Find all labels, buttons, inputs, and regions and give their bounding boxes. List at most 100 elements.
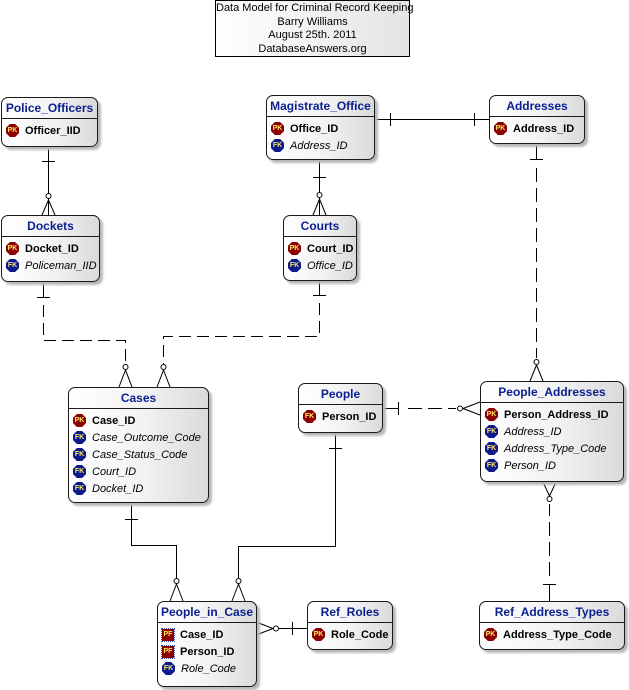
attribute-name: Person_Address_ID (504, 408, 609, 421)
entity-people[interactable]: People FK Person_ID (298, 383, 383, 433)
title-line: Data Model for Criminal Record Keeping (216, 2, 414, 14)
diagram-title-box: Data Model for Criminal Record Keeping B… (215, 0, 414, 57)
entity-people-addresses[interactable]: People_Addresses PK Person_Address_ID FK… (480, 381, 624, 482)
attribute-name: Officer_IID (25, 124, 81, 137)
entity-name: Magistrate_Office (267, 96, 374, 117)
attribute-row: PK Office_ID (267, 120, 374, 137)
foreign-key-icon: FK (73, 431, 86, 444)
primary-key-icon: PK (6, 242, 19, 255)
attribute-name: Policeman_IID (25, 259, 97, 272)
primary-foreign-key-icon: PF (161, 627, 175, 642)
entity-police-officers[interactable]: Police_Officers PK Officer_IID (1, 97, 98, 147)
attribute-name: Case_ID (92, 414, 136, 427)
attribute-row: PF Case_ID (158, 626, 256, 643)
primary-key-icon: PK (484, 628, 497, 641)
attribute-name: Address_Type_Code (503, 628, 612, 641)
rel-ref-roles-people-in-case (255, 621, 307, 636)
entity-people-in-case[interactable]: People_in_Case PF Case_ID PF Person_ID F… (157, 601, 257, 687)
primary-key-icon: PK (288, 242, 301, 255)
attribute-name: Office_ID (307, 259, 353, 272)
attribute-name: Court_ID (307, 242, 354, 255)
attribute-name: Docket_ID (25, 242, 79, 255)
attribute-row: PK Court_ID (284, 240, 356, 257)
primary-key-icon: PK (73, 414, 86, 427)
entity-name: People (299, 384, 382, 405)
primary-key-icon: PK (271, 122, 284, 135)
attribute-row: PK Address_ID (490, 120, 584, 137)
rel-addresses-magistrate-office (375, 113, 489, 126)
attribute-row: FK Role_Code (158, 660, 256, 677)
foreign-key-icon: FK (485, 425, 498, 438)
attribute-name: Address_Type_Code (504, 442, 607, 455)
attribute-row: PK Officer_IID (2, 122, 97, 139)
entity-name: Cases (69, 388, 208, 409)
rel-magistrate-office-courts (312, 160, 327, 216)
rel-ref-address-types-people-addresses (542, 481, 557, 601)
rel-addresses-people-addresses (529, 144, 544, 382)
attribute-name: Case_Status_Code (92, 448, 188, 461)
rel-people-people-in-case (231, 433, 342, 602)
entity-addresses[interactable]: Addresses PK Address_ID (489, 95, 585, 144)
attribute-name: Case_Outcome_Code (92, 431, 201, 444)
entity-name: Addresses (490, 96, 584, 117)
primary-key-icon: PK (6, 124, 19, 137)
primary-key-icon: PK (312, 628, 325, 641)
attribute-name: Person_ID (504, 459, 556, 472)
foreign-key-icon: FK (73, 448, 86, 461)
attribute-row: PK Person_Address_ID (481, 406, 623, 423)
foreign-key-icon: FK (485, 442, 498, 455)
attribute-name: Case_ID (180, 628, 224, 641)
entity-name: Ref_Roles (308, 602, 392, 623)
attribute-row: FK Person_ID (481, 457, 623, 474)
entity-dockets[interactable]: Dockets PK Docket_ID FK Policeman_IID (1, 215, 100, 282)
attribute-row: FK Address_Type_Code (481, 440, 623, 457)
rel-people-people-addresses (383, 401, 481, 416)
entity-ref-address-types[interactable]: Ref_Address_Types PK Address_Type_Code (479, 601, 625, 650)
foreign-key-icon: FK (6, 259, 19, 272)
entity-name: People_Addresses (481, 382, 623, 403)
attribute-name: Address_ID (290, 139, 348, 152)
foreign-key-icon: FK (288, 259, 301, 272)
primary-key-icon: PK (485, 408, 498, 421)
attribute-row: FK Case_Outcome_Code (69, 429, 208, 446)
entity-magistrate-office[interactable]: Magistrate_Office PK Office_ID FK Addres… (266, 95, 375, 160)
foreign-key-icon: FK (485, 459, 498, 472)
primary-foreign-key-icon: PF (161, 644, 175, 659)
attribute-row: FK Policeman_IID (2, 257, 99, 274)
key-icon: FK (303, 410, 316, 423)
entity-name: Police_Officers (2, 98, 97, 119)
attribute-row: PK Role_Code (308, 626, 392, 643)
rel-dockets-cases (37, 282, 133, 388)
attribute-name: Address_ID (504, 425, 562, 438)
attribute-name: Role_Code (331, 628, 389, 641)
attribute-row: FK Docket_ID (69, 480, 208, 497)
foreign-key-icon: FK (73, 465, 86, 478)
rel-police-officers-dockets (41, 147, 56, 216)
rel-cases-people-in-case (125, 503, 184, 602)
entity-name: Courts (284, 216, 356, 237)
attribute-row: PK Case_ID (69, 412, 208, 429)
attribute-row: PK Address_Type_Code (480, 626, 624, 643)
attribute-row: FK Address_ID (267, 137, 374, 154)
attribute-row: PK Docket_ID (2, 240, 99, 257)
attribute-row: FK Court_ID (69, 463, 208, 480)
entity-cases[interactable]: Cases PK Case_ID FK Case_Outcome_Code FK… (68, 387, 209, 503)
source-line: DatabaseAnswers.org (258, 42, 367, 55)
entity-name: Ref_Address_Types (480, 602, 624, 623)
attribute-name: Court_ID (92, 465, 137, 478)
attribute-row: FK Person_ID (299, 408, 382, 425)
attribute-name: Role_Code (181, 662, 237, 675)
primary-key-icon: PK (494, 122, 507, 135)
rel-courts-cases (156, 281, 326, 388)
entity-name: Dockets (2, 216, 99, 237)
attribute-row: FK Address_ID (481, 423, 623, 440)
entity-ref-roles[interactable]: Ref_Roles PK Role_Code (307, 601, 393, 650)
attribute-name: Office_ID (290, 122, 339, 135)
author-line: Barry Williams (277, 15, 348, 28)
foreign-key-icon: FK (162, 662, 175, 675)
attribute-row: PF Person_ID (158, 643, 256, 660)
entity-courts[interactable]: Courts PK Court_ID FK Office_ID (283, 215, 357, 281)
attribute-name: Person_ID (322, 410, 377, 423)
attribute-name: Docket_ID (92, 482, 144, 495)
entity-name: People_in_Case (158, 602, 256, 623)
